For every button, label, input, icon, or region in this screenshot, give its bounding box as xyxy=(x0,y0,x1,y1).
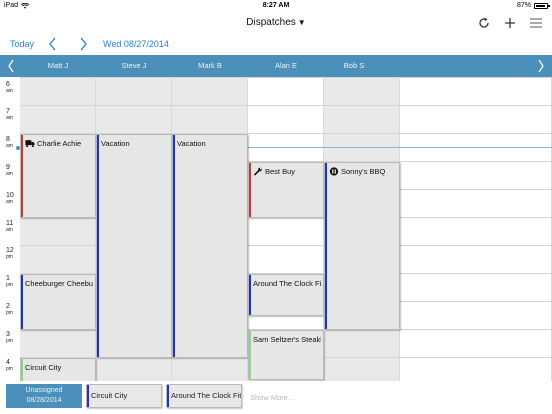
time-column: 6 am 7 am 8 am 9 am 10 am 11 am 12 pm 1 pm 2 pm 3… xyxy=(0,77,20,383)
resource-header: Matt J Steve J Mark B Alan E Bob S xyxy=(0,55,552,77)
page-title: Dispatches xyxy=(246,17,296,28)
hour-label: 3 pm xyxy=(6,331,13,344)
unassigned-button[interactable]: Unassigned 08/28/2014 xyxy=(6,384,82,408)
event-sonnys-bbq[interactable]: Sonny's BBQ xyxy=(324,162,400,330)
hour-line xyxy=(20,77,552,78)
battery-percent: 87% xyxy=(516,2,531,9)
current-date[interactable]: Wed 08/27/2014 xyxy=(103,39,169,49)
truck-icon xyxy=(25,140,35,148)
dispatches-dropdown[interactable]: Dispatches ▼ xyxy=(0,17,552,28)
pause-icon xyxy=(329,167,339,176)
event-title: Vacation xyxy=(101,139,130,148)
event-title: Around The Clock Fitness xyxy=(253,279,321,288)
resource-mark-b: Mark B xyxy=(198,61,222,70)
chip-label: Around The Clock Fitness xyxy=(171,391,242,400)
scroll-left-icon[interactable] xyxy=(6,58,16,74)
hour-label: 12 pm xyxy=(6,247,14,260)
event-circuit-city[interactable]: Circuit City xyxy=(20,358,96,383)
schedule-grid[interactable]: Charlie Achie Cheeburger Cheeburger Circ… xyxy=(20,77,552,383)
show-more-link[interactable]: Show More... xyxy=(250,393,294,402)
hour-label: 4 pm xyxy=(6,359,13,372)
hour-label: 11 am xyxy=(6,220,14,233)
hour-label: 2 pm xyxy=(6,303,13,316)
event-cheeburger[interactable]: Cheeburger Cheeburger xyxy=(20,274,96,330)
previous-day-icon[interactable] xyxy=(48,37,58,51)
unassigned-chip-circuit-city[interactable]: Circuit City xyxy=(86,384,162,408)
event-vacation-steve[interactable]: Vacation xyxy=(96,134,172,358)
unassigned-date: 08/28/2014 xyxy=(26,397,62,404)
status-time: 8:27 AM xyxy=(262,2,290,9)
resource-alan-e: Alan E xyxy=(274,61,298,70)
hour-label: 6 am xyxy=(6,81,13,94)
event-best-buy[interactable]: Best Buy xyxy=(248,162,324,218)
today-button[interactable]: Today xyxy=(10,39,34,49)
scroll-right-icon[interactable] xyxy=(536,58,546,74)
refresh-icon[interactable] xyxy=(476,15,492,31)
event-sam-seltzers[interactable]: Sam Seltzer's Steakhouse xyxy=(248,330,324,380)
hour-line xyxy=(20,105,552,106)
event-title: Vacation xyxy=(177,139,206,148)
event-around-the-clock[interactable]: Around The Clock Fitness xyxy=(248,274,324,316)
resource-steve-j: Steve J xyxy=(121,61,147,70)
menu-icon[interactable] xyxy=(528,15,544,31)
battery-icon xyxy=(534,2,550,9)
event-vacation-mark[interactable]: Vacation xyxy=(172,134,248,358)
plus-icon[interactable] xyxy=(502,15,518,31)
caret-down-icon: ▼ xyxy=(297,18,306,27)
unassigned-chip-around-the-clock[interactable]: Around The Clock Fitness xyxy=(166,384,242,408)
wrench-icon xyxy=(253,167,262,176)
date-bar: Today Wed 08/27/2014 xyxy=(0,34,552,54)
nav-bar: Dispatches ▼ xyxy=(0,12,552,34)
column-empty xyxy=(400,77,552,383)
event-title: Best Buy xyxy=(265,167,296,176)
event-title: Sam Seltzer's Steakhouse xyxy=(253,335,321,344)
status-bar: iPad 8:27 AM 87% xyxy=(0,0,552,12)
unassigned-bar: Unassigned 08/28/2014 Circuit City Aroun… xyxy=(0,381,552,414)
hour-label: 8 am xyxy=(6,136,13,149)
event-title: Sonny's BBQ xyxy=(341,167,386,176)
resource-bob-s: Bob S xyxy=(343,61,365,70)
chip-label: Circuit City xyxy=(91,391,128,400)
event-title: Circuit City xyxy=(25,363,62,372)
next-day-icon[interactable] xyxy=(78,37,88,51)
event-charlie-achie[interactable]: Charlie Achie xyxy=(20,134,96,218)
event-title: Cheeburger Cheeburger xyxy=(25,279,93,288)
hour-label: 9 am xyxy=(6,164,13,177)
hour-label: 10 am xyxy=(6,192,14,205)
unassigned-label: Unassigned xyxy=(25,387,63,394)
hour-label: 1 pm xyxy=(6,275,13,288)
resource-matt-j: Matt J xyxy=(47,61,69,70)
hour-label: 7 am xyxy=(6,108,13,121)
event-title: Charlie Achie xyxy=(37,139,82,148)
column-matt-j[interactable] xyxy=(20,77,96,383)
